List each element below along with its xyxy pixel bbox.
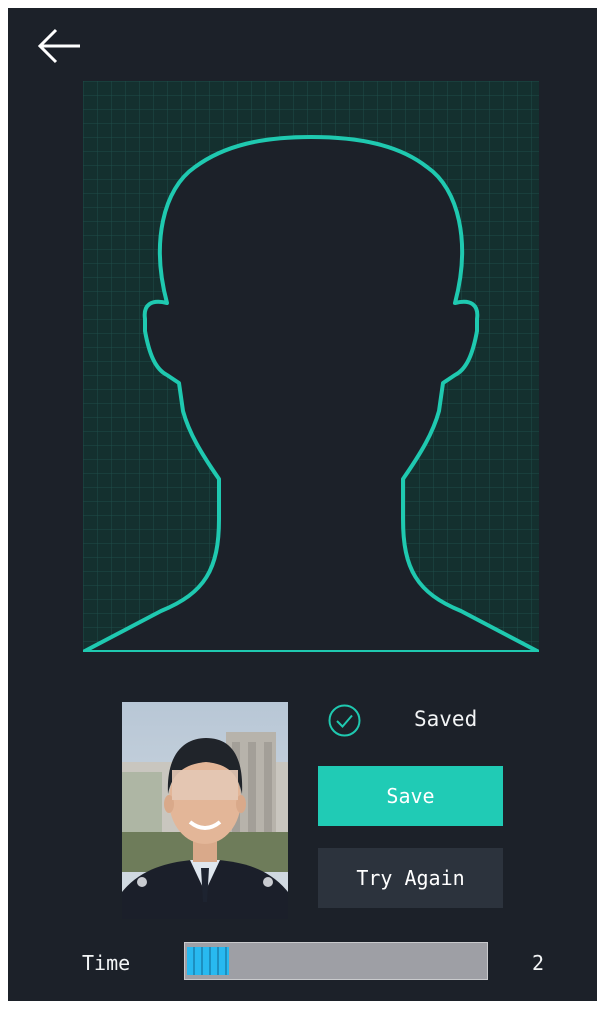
time-label: Time (82, 951, 131, 975)
check-circle-icon (327, 703, 362, 738)
arrow-left-icon (37, 28, 80, 64)
time-progress-bar (184, 942, 488, 980)
face-capture-frame (83, 81, 539, 652)
try-again-button[interactable]: Try Again (318, 848, 503, 908)
save-status-text: Saved (414, 707, 478, 731)
face-capture-screen: Saved Save Try Again Time 2 (8, 8, 597, 1001)
captured-face-photo (122, 702, 288, 919)
back-button[interactable] (36, 26, 84, 66)
time-progress-fill (187, 947, 229, 975)
time-value: 2 (531, 951, 545, 975)
save-button[interactable]: Save (318, 766, 503, 826)
